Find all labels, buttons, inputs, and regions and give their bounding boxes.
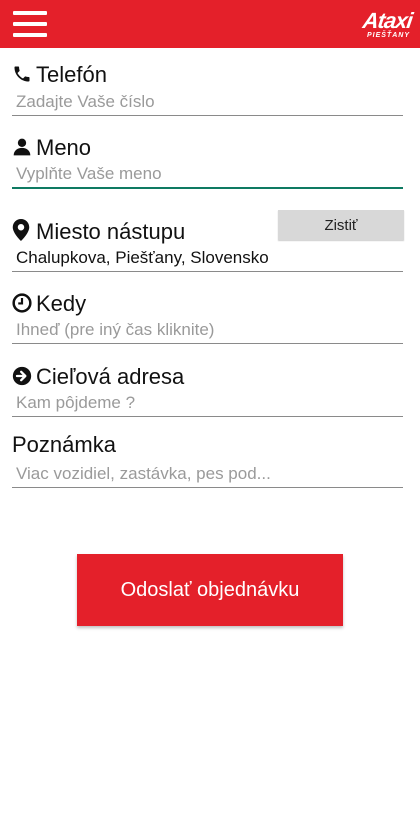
hamburger-menu-icon[interactable] [10, 8, 50, 40]
note-input[interactable] [12, 460, 403, 488]
detect-location-button[interactable]: Zistiť [278, 210, 404, 240]
destination-label: Cieľová adresa [36, 364, 185, 389]
name-input[interactable] [12, 161, 403, 189]
submit-order-button[interactable]: Odoslať objednávku [77, 554, 343, 626]
app-header: Ataxi PIEŠŤANY [0, 0, 420, 48]
phone-label-row: Telefón [12, 62, 107, 90]
note-label: Poznámka [12, 432, 116, 457]
user-icon [12, 137, 34, 163]
logo-subtext: PIEŠŤANY [366, 32, 410, 39]
when-input[interactable] [12, 316, 403, 344]
phone-input[interactable] [12, 88, 403, 116]
when-label: Kedy [36, 291, 87, 316]
phone-label: Telefón [36, 62, 107, 87]
note-label-row: Poznámka [12, 432, 116, 458]
name-label: Meno [36, 135, 92, 160]
destination-input[interactable] [12, 389, 403, 417]
phone-icon [12, 64, 34, 90]
destination-label-row: Cieľová adresa [12, 364, 184, 392]
logo-text: Ataxi [361, 8, 414, 33]
pickup-label-row: Miesto nástupu [12, 219, 185, 247]
pickup-input[interactable] [12, 244, 403, 272]
pickup-label: Miesto nástupu [36, 219, 186, 244]
when-label-row: Kedy [12, 291, 86, 319]
app-logo: Ataxi PIEŠŤANY [334, 8, 414, 42]
map-marker-icon [12, 219, 34, 247]
name-label-row: Meno [12, 135, 91, 163]
